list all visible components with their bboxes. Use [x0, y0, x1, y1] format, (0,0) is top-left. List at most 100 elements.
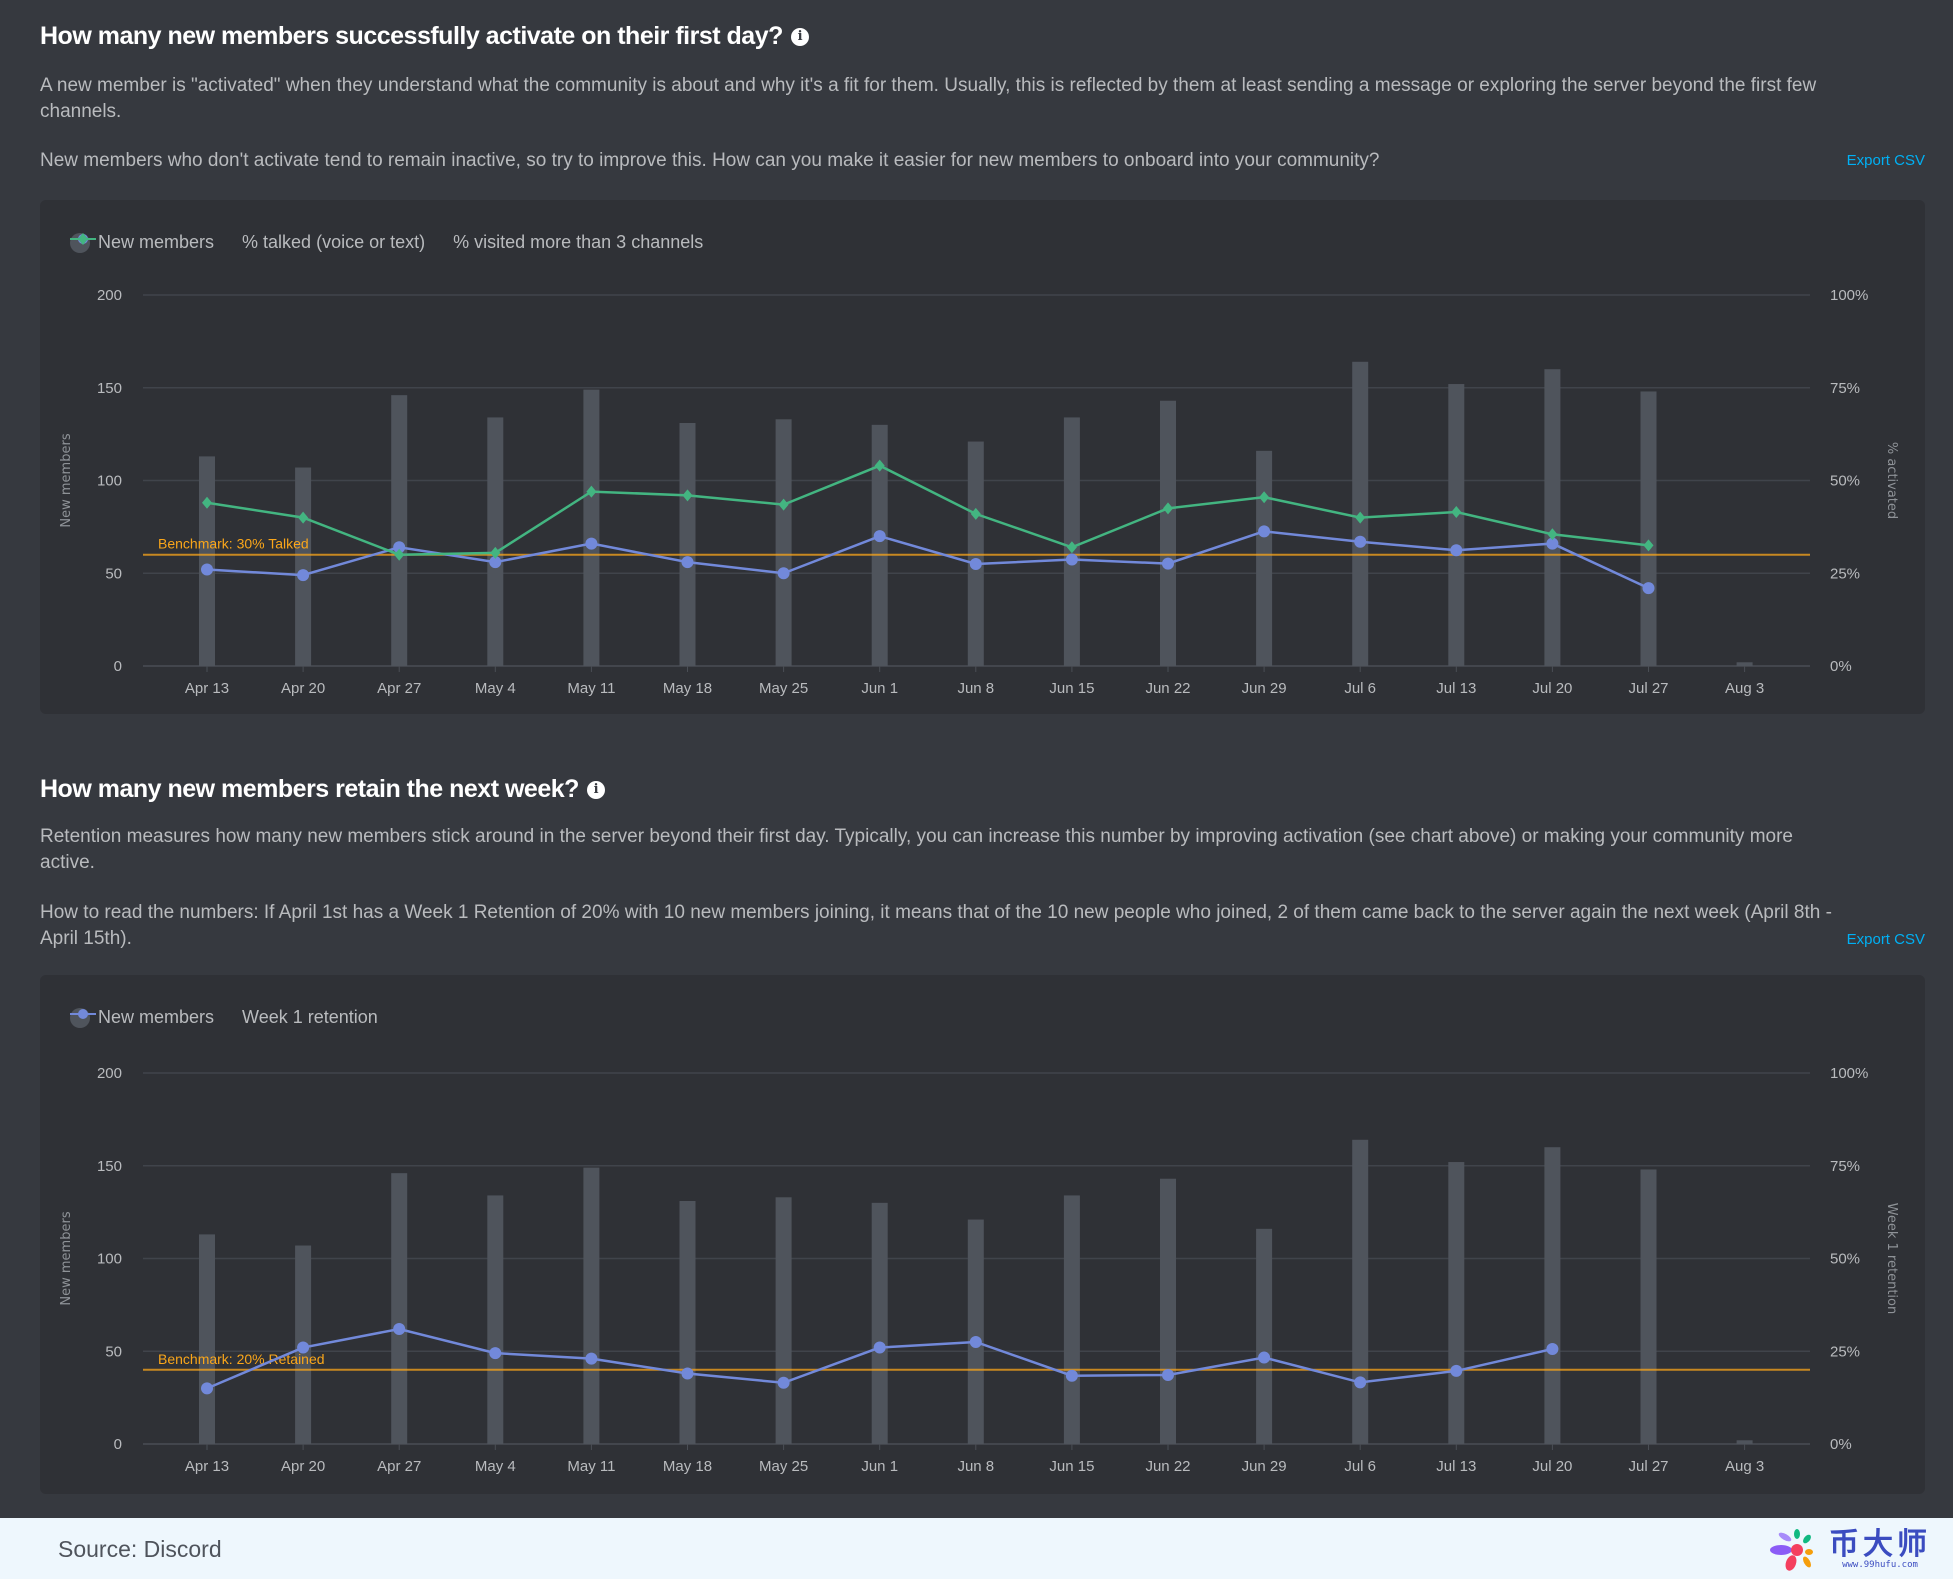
bar	[295, 467, 312, 666]
x-tick-label: Jul 20	[1532, 680, 1572, 697]
y-right-tick-label: 100%	[1830, 1065, 1868, 1082]
data-point-circle	[681, 556, 694, 569]
activation-chart: 0 0% 50 25% 100 50% 150 75% 200 100% New members % …	[59, 287, 1899, 697]
x-tick-label: Jun 29	[1242, 680, 1287, 697]
source-credit: Source: Discord	[58, 1536, 222, 1562]
data-point-circle	[681, 1367, 694, 1380]
data-point-circle	[1258, 1351, 1271, 1364]
bar	[199, 1234, 215, 1444]
x-tick-label: Jun 1	[861, 1458, 898, 1475]
data-point-circle	[969, 1335, 982, 1348]
x-tick-label: Jul 13	[1436, 680, 1476, 697]
benchmark-label: Benchmark: 20% Retained	[158, 1351, 325, 1367]
footer: Source: Discord 币大师 www.99hufu.com	[0, 1518, 1953, 1579]
x-tick-label: Jun 15	[1049, 680, 1094, 697]
x-tick-label: Jun 1	[861, 680, 898, 697]
bar	[1256, 1228, 1273, 1444]
x-tick-label: May 11	[567, 1458, 615, 1475]
activation-advice: New members who don't activate tend to r…	[40, 150, 1380, 171]
data-point-circle	[1546, 1343, 1559, 1356]
bar	[391, 395, 408, 666]
x-tick-label: May 25	[759, 1458, 808, 1475]
bar	[583, 1167, 600, 1444]
retention-description: Retention measures how many new members …	[40, 826, 1794, 873]
bar	[1448, 384, 1465, 666]
info-icon[interactable]: i	[586, 780, 605, 799]
y-right-tick-label: 25%	[1830, 565, 1860, 582]
x-tick-label: Apr 27	[377, 680, 421, 697]
data-point-circle	[1162, 1368, 1174, 1381]
bar	[1640, 1169, 1657, 1444]
logo-wordmark: 币大师	[1829, 1527, 1931, 1562]
series-line	[206, 530, 1650, 590]
activation-chart-panel: New members % talked (voice or text) % v…	[40, 200, 1925, 714]
y-right-tick-label: 50%	[1830, 1251, 1860, 1268]
x-tick-label: May 25	[759, 680, 808, 697]
bar	[967, 1219, 984, 1444]
bar	[775, 1197, 792, 1444]
bar	[871, 1202, 888, 1444]
series-line	[206, 464, 1649, 556]
x-tick-label: May 18	[663, 1458, 712, 1475]
data-point-circle	[969, 557, 982, 570]
bar	[1063, 1195, 1080, 1444]
data-point-circle	[1354, 1376, 1367, 1389]
x-tick-label: Apr 13	[185, 680, 229, 697]
retention-how-to-read: How to read the numbers: If April 1st ha…	[40, 902, 1832, 949]
y-tick-label: 100	[97, 1251, 122, 1268]
data-point-circle	[297, 1341, 310, 1354]
y-tick-label: 0	[114, 1436, 122, 1453]
section-title-text: How many new members retain the next wee…	[40, 775, 579, 803]
export-csv-link-retention[interactable]: Export CSV	[1847, 931, 1925, 948]
x-tick-label: Jul 6	[1344, 1458, 1376, 1475]
x-tick-label: Jun 22	[1145, 1458, 1190, 1475]
bar	[1640, 391, 1657, 666]
export-csv-link-activation[interactable]: Export CSV	[1847, 152, 1925, 169]
y-tick-label: 0	[114, 658, 122, 675]
bar	[1256, 450, 1273, 666]
data-point-circle	[201, 1382, 213, 1395]
x-tick-label: May 18	[663, 680, 712, 697]
bar	[1736, 662, 1753, 666]
x-tick-label: Apr 20	[281, 680, 325, 697]
data-point-circle	[393, 1322, 406, 1335]
retention-chart: 0 0% 50 25% 100 50% 150 75% 200 100% New members We…	[59, 1065, 1899, 1475]
data-point-circle	[1642, 582, 1655, 595]
y-right-tick-label: 100%	[1830, 287, 1868, 304]
x-tick-label: Jun 8	[957, 680, 994, 697]
x-tick-label: Jun 8	[957, 1458, 994, 1475]
activation-description: A new member is "activated" when they un…	[40, 75, 1817, 122]
data-point-circle	[1450, 1364, 1463, 1377]
x-tick-label: May 11	[567, 680, 615, 697]
x-tick-label: Jul 13	[1436, 1458, 1476, 1475]
data-point-circle	[1065, 553, 1078, 566]
y-tick-label: 50	[105, 565, 122, 582]
bar	[391, 1173, 408, 1444]
data-point-circle	[873, 530, 886, 543]
bar	[199, 456, 215, 666]
y-tick-label: 100	[97, 473, 122, 490]
x-tick-label: Jun 15	[1049, 1458, 1094, 1475]
y-tick-label: 150	[97, 1158, 122, 1175]
benchmark-label: Benchmark: 30% Talked	[158, 536, 309, 552]
data-point-circle	[297, 569, 310, 582]
y-right-tick-label: 75%	[1830, 1158, 1860, 1175]
y-right-axis-title: Week 1 retention	[1884, 1203, 1899, 1314]
retention-chart-panel: New members Week 1 retention 0 0% 50 25% 100…	[40, 975, 1925, 1494]
x-tick-label: May 4	[475, 1458, 516, 1475]
y-axis-title: New members	[59, 433, 74, 527]
data-point-circle	[201, 563, 213, 576]
data-point-circle	[1065, 1369, 1078, 1382]
section-title-activation: How many new members successfully activa…	[40, 22, 809, 51]
flower-logo-icon	[1770, 1529, 1813, 1571]
y-right-tick-label: 0%	[1830, 1436, 1852, 1453]
y-tick-label: 50	[105, 1343, 122, 1360]
data-point-circle	[1162, 557, 1174, 570]
section-title-text: How many new members successfully activa…	[40, 22, 783, 50]
x-tick-label: Jul 27	[1628, 680, 1668, 697]
info-icon[interactable]: i	[790, 27, 809, 46]
x-tick-label: Jun 22	[1145, 680, 1190, 697]
bar	[679, 422, 696, 666]
bar	[679, 1200, 696, 1444]
bar	[1160, 1178, 1176, 1444]
